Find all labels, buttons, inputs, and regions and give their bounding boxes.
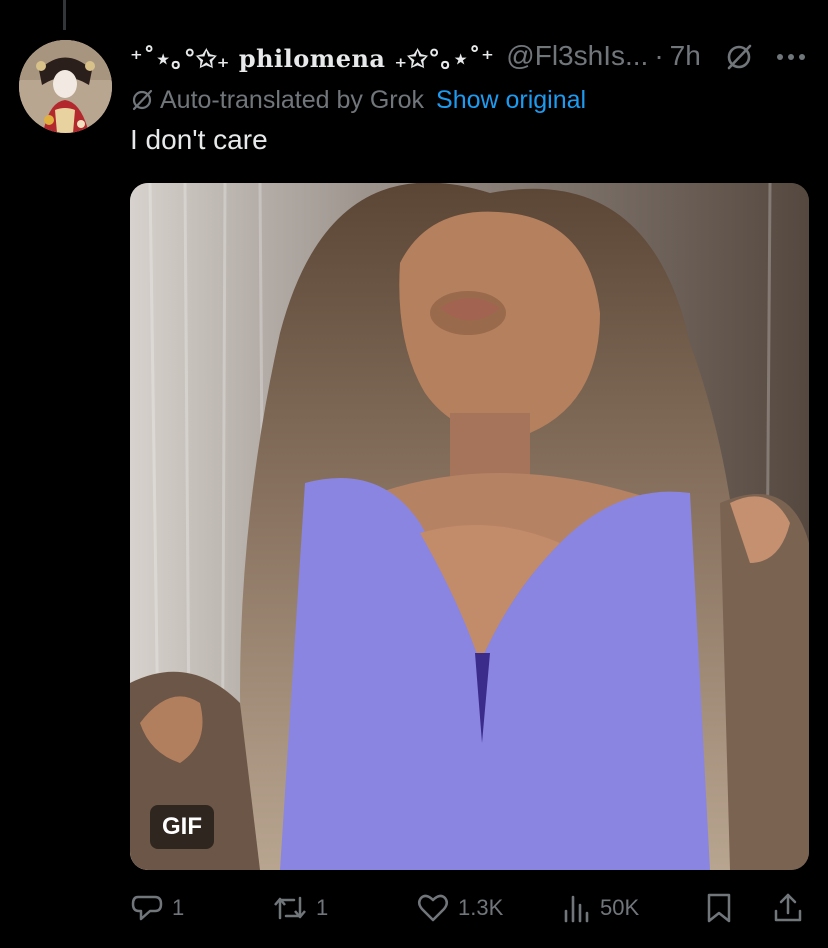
grok-icon[interactable] bbox=[722, 40, 756, 74]
heart-icon bbox=[416, 891, 450, 925]
grok-icon bbox=[130, 88, 154, 112]
avatar-image bbox=[19, 40, 112, 133]
like-count: 1.3K bbox=[458, 895, 504, 920]
show-original-link[interactable]: Show original bbox=[436, 86, 586, 115]
user-handle[interactable]: @Fl3shIs... bbox=[506, 40, 648, 72]
gif-image bbox=[130, 183, 809, 870]
repost-button[interactable]: 1 bbox=[272, 888, 328, 928]
repost-count: 1 bbox=[316, 895, 329, 920]
bookmark-icon bbox=[704, 891, 734, 925]
translation-notice: Auto-translated by Grok Show original bbox=[130, 82, 586, 118]
translation-label: Auto-translated by Grok bbox=[160, 85, 425, 114]
views-button[interactable]: 50K bbox=[562, 888, 639, 928]
thread-line bbox=[63, 0, 66, 30]
repost-icon bbox=[272, 891, 308, 925]
views-count: 50K bbox=[600, 895, 640, 920]
reply-button[interactable]: 1 bbox=[130, 888, 184, 928]
share-button[interactable] bbox=[772, 888, 804, 928]
reply-count: 1 bbox=[172, 895, 185, 920]
reply-icon bbox=[130, 891, 164, 925]
tweet-text: I don't care bbox=[130, 124, 268, 155]
bookmark-button[interactable] bbox=[704, 888, 734, 928]
gif-badge: GIF bbox=[150, 805, 214, 849]
display-name[interactable]: ⁺˚⋆｡°✩₊ philomena ₊✩°｡⋆˚⁺ bbox=[130, 39, 494, 74]
action-bar: 1 1 1.3K 50K bbox=[130, 888, 820, 928]
timestamp[interactable]: 7h bbox=[670, 40, 701, 72]
tweet-header: ⁺˚⋆｡°✩₊ philomena ₊✩°｡⋆˚⁺ @Fl3shIs... · … bbox=[130, 36, 701, 76]
gif-media[interactable]: GIF bbox=[130, 183, 809, 870]
views-icon bbox=[562, 893, 592, 923]
avatar[interactable] bbox=[19, 40, 112, 133]
like-button[interactable]: 1.3K bbox=[416, 888, 503, 928]
separator: · bbox=[654, 40, 664, 71]
share-icon bbox=[772, 891, 804, 925]
more-icon[interactable] bbox=[774, 40, 808, 74]
